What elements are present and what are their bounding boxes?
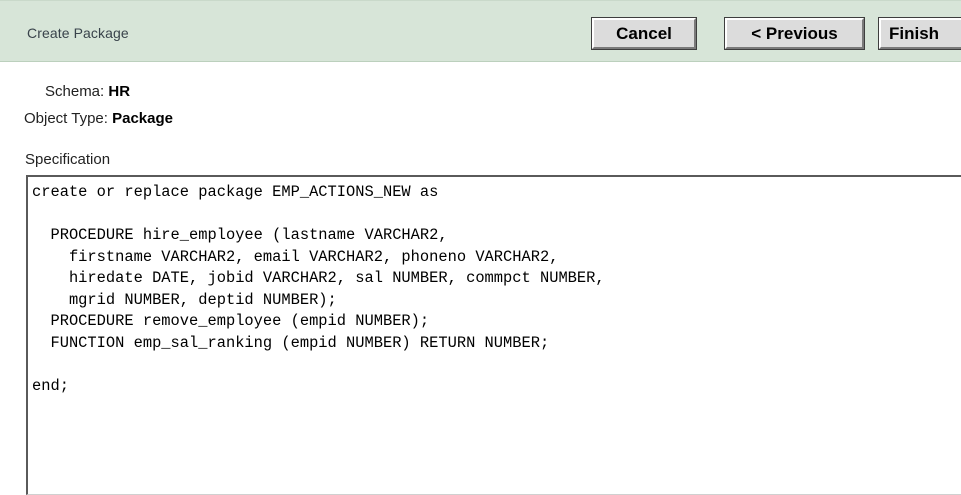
- schema-label: Schema:: [45, 83, 109, 100]
- header-bar: Create Package Cancel < Previous Finish: [0, 0, 961, 62]
- cancel-button[interactable]: Cancel: [591, 17, 697, 50]
- object-type-row: Object Type: Package: [24, 110, 173, 127]
- finish-button[interactable]: Finish: [878, 17, 961, 50]
- schema-value: HR: [108, 83, 131, 100]
- previous-button[interactable]: < Previous: [724, 17, 865, 50]
- schema-row: Schema: HR: [45, 83, 130, 100]
- page-title: Create Package: [27, 25, 129, 41]
- object-type-value: Package: [112, 110, 173, 127]
- specification-editor[interactable]: create or replace package EMP_ACTIONS_NE…: [26, 175, 961, 495]
- specification-code[interactable]: create or replace package EMP_ACTIONS_NE…: [28, 177, 961, 397]
- object-type-label: Object Type:: [24, 110, 113, 127]
- specification-label: Specification: [25, 151, 111, 168]
